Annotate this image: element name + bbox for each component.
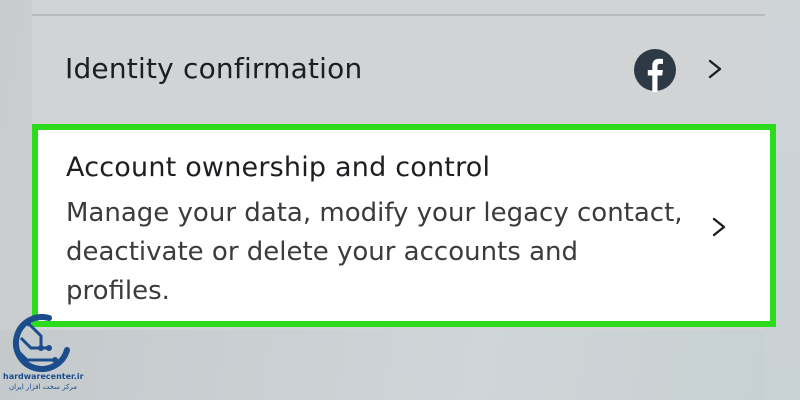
account-ownership-description: Manage your data, modify your legacy con… — [66, 198, 683, 306]
previous-settings-row — [32, 0, 765, 16]
chevron-right-icon — [708, 59, 722, 79]
identity-confirmation-row[interactable]: Identity confirmation — [32, 16, 765, 124]
account-ownership-row[interactable]: Account ownership and control Manage you… — [32, 124, 776, 327]
background-lower — [0, 330, 800, 400]
watermark-site: hardwarecenter.ir — [3, 372, 84, 381]
chevron-right-icon — [712, 217, 726, 237]
watermark-subtitle: مرکز سخت افزار ایران — [8, 383, 78, 391]
account-ownership-title: Account ownership and control — [66, 152, 491, 183]
watermark-logo: hardwarecenter.ir مرکز سخت افزار ایران — [3, 310, 84, 398]
hardwarecenter-logo-icon — [12, 314, 70, 372]
identity-confirmation-label: Identity confirmation — [65, 52, 363, 85]
facebook-icon — [634, 49, 676, 92]
